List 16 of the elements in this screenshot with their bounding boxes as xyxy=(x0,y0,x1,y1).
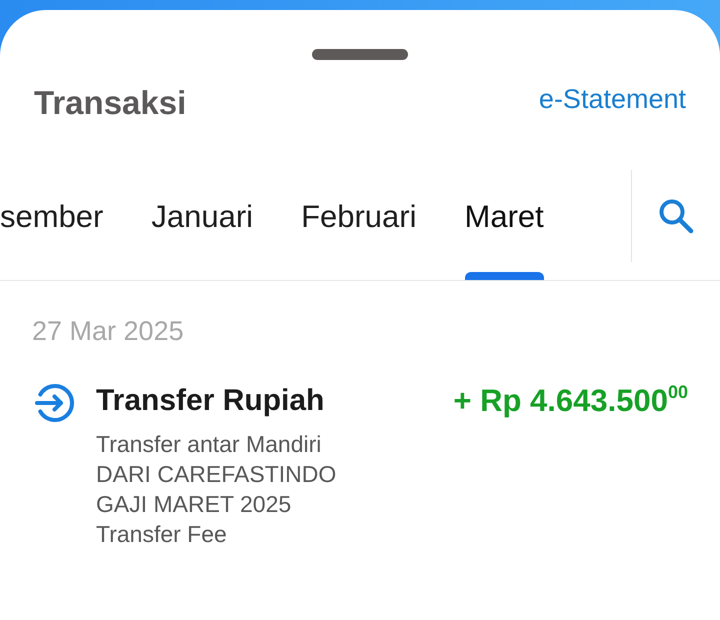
search-icon xyxy=(658,198,694,234)
transaction-detail: GAJI MARET 2025 xyxy=(96,490,292,519)
drag-handle[interactable] xyxy=(312,49,408,60)
month-tab[interactable]: Maret xyxy=(440,170,568,280)
transaction-detail: DARI CAREFASTINDO xyxy=(96,460,336,489)
transaction-detail: Transfer antar Mandiri xyxy=(96,430,322,459)
transaction-detail: Transfer Fee xyxy=(96,520,228,549)
month-tab[interactable]: Januari xyxy=(127,170,278,280)
arrow-in-circle-icon xyxy=(35,383,75,423)
page-title: Transaksi xyxy=(34,83,186,123)
e-statement-link[interactable]: e-Statement xyxy=(538,81,686,117)
month-tab[interactable]: sember xyxy=(0,170,128,280)
transaction-title[interactable]: Transfer Rupiah xyxy=(96,381,336,421)
transaction-amount: + Rp 4.643.500$^{00}$ xyxy=(453,381,688,420)
month-tab[interactable]: Februari xyxy=(277,170,440,280)
date-heading: 27 Mar 2025 xyxy=(32,315,185,348)
